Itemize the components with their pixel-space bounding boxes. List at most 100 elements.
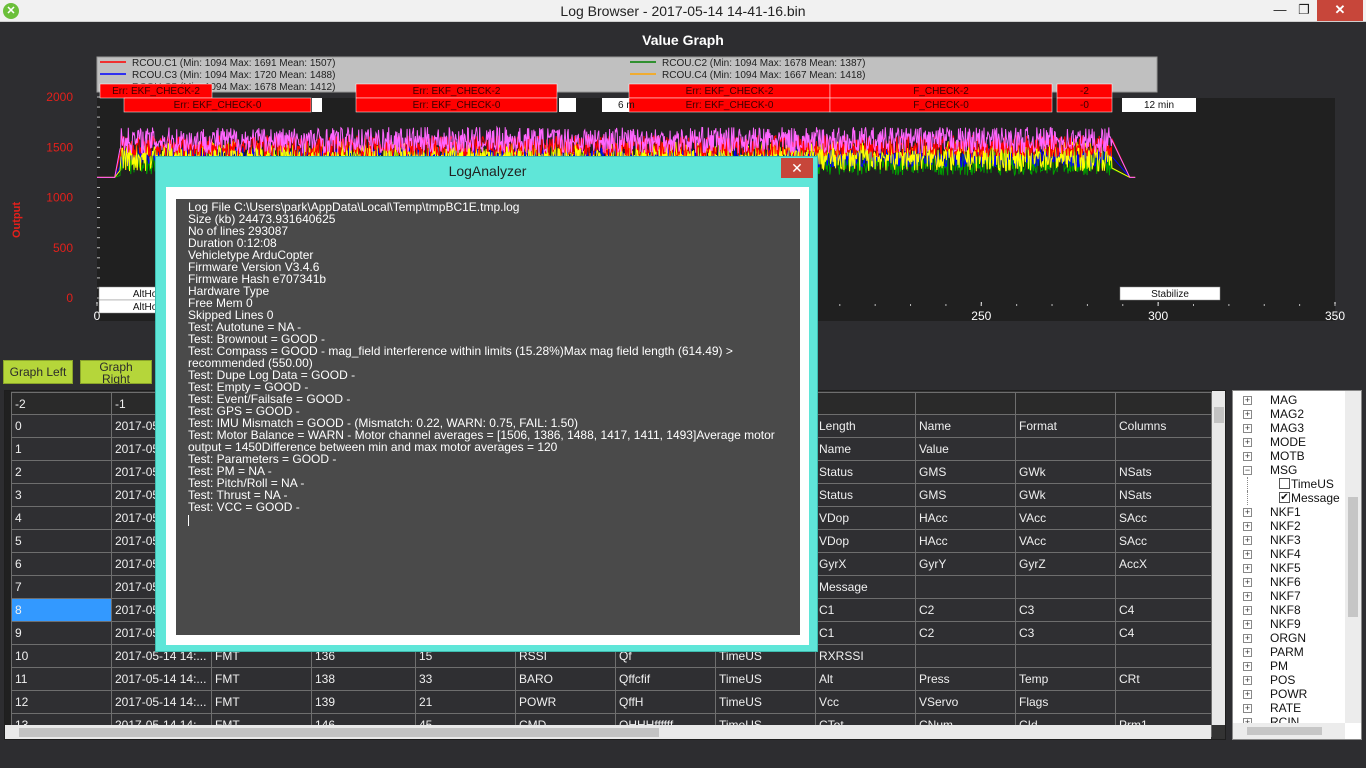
table-cell[interactable] (1015, 644, 1116, 668)
tree-group-item[interactable]: + ORGN (1233, 631, 1345, 645)
tree-group-item[interactable]: + RATE (1233, 701, 1345, 715)
grid-vertical-scrollbar[interactable] (1212, 391, 1225, 725)
table-cell[interactable]: Length (815, 414, 916, 438)
table-cell[interactable]: SAcc (1115, 506, 1212, 530)
table-cell[interactable]: GWk (1015, 460, 1116, 484)
message-type-tree[interactable]: + MAG + MAG2 + MAG3 + MODE + MOTB − MSG TimeUS ✔ Messa… (1232, 390, 1362, 740)
table-cell[interactable]: 12 (11, 690, 112, 714)
table-cell[interactable] (1115, 644, 1212, 668)
table-cell[interactable]: VAcc (1015, 506, 1116, 530)
expand-icon[interactable]: + (1243, 410, 1252, 419)
table-cell[interactable] (1015, 437, 1116, 461)
tree-group-item[interactable]: + PM (1233, 659, 1345, 673)
analysis-output-text[interactable]: Log File C:\Users\park\AppData\Local\Tem… (176, 199, 800, 635)
expand-icon[interactable]: + (1243, 662, 1252, 671)
tree-horizontal-scrollbar[interactable] (1233, 723, 1345, 739)
table-cell[interactable]: C4 (1115, 621, 1212, 645)
table-cell[interactable] (915, 644, 1016, 668)
expand-icon[interactable]: + (1243, 438, 1252, 447)
column-header[interactable] (1015, 392, 1116, 415)
table-cell[interactable]: 6 (11, 552, 112, 576)
table-cell[interactable]: Qffcfif (615, 667, 716, 691)
column-header[interactable]: -2 (11, 392, 112, 415)
table-cell[interactable]: 33 (415, 667, 516, 691)
tree-group-item[interactable]: + NKF9 (1233, 617, 1345, 631)
table-cell[interactable]: NSats (1115, 483, 1212, 507)
tree-group-item[interactable]: + MAG2 (1233, 407, 1345, 421)
table-cell[interactable]: C3 (1015, 598, 1116, 622)
tree-group-item[interactable]: + NKF7 (1233, 589, 1345, 603)
table-cell[interactable]: 1 (11, 437, 112, 461)
expand-icon[interactable]: + (1243, 606, 1252, 615)
table-cell[interactable]: Press (915, 667, 1016, 691)
collapse-icon[interactable]: − (1243, 466, 1252, 475)
tree-vertical-scrollbar[interactable] (1345, 391, 1361, 723)
graph-right-button[interactable]: Graph Right (80, 360, 152, 385)
table-cell[interactable]: Name (815, 437, 916, 461)
table-cell[interactable]: 7 (11, 575, 112, 599)
tree-group-item[interactable]: + POWR (1233, 687, 1345, 701)
close-window-button[interactable]: ✕ (1317, 0, 1363, 21)
tree-horizontal-scroll-thumb[interactable] (1247, 727, 1322, 735)
table-cell[interactable]: NSats (1115, 460, 1212, 484)
expand-icon[interactable]: + (1243, 452, 1252, 461)
table-cell[interactable]: Vcc (815, 690, 916, 714)
dialog-close-button[interactable]: ✕ (781, 158, 813, 178)
table-cell[interactable]: 5 (11, 529, 112, 553)
table-cell[interactable] (1115, 575, 1212, 599)
expand-icon[interactable]: + (1243, 424, 1252, 433)
tree-group-item[interactable]: + NKF1 (1233, 505, 1345, 519)
table-cell[interactable]: 139 (311, 690, 416, 714)
expand-icon[interactable]: + (1243, 676, 1252, 685)
table-row[interactable]: 11 2017-05-14 14:... FMT 138 33 BARO Qffcfif Ti… (11, 667, 1212, 691)
table-cell[interactable]: C2 (915, 598, 1016, 622)
tree-group-item[interactable]: + MODE (1233, 435, 1345, 449)
table-cell[interactable]: 21 (415, 690, 516, 714)
table-cell[interactable]: 2017-05-14 14:... (111, 690, 212, 714)
tree-group-item[interactable]: + PARM (1233, 645, 1345, 659)
expand-icon[interactable]: + (1243, 564, 1252, 573)
expand-icon[interactable]: + (1243, 396, 1252, 405)
column-header[interactable] (1115, 392, 1212, 415)
unchecked-checkbox[interactable] (1279, 478, 1290, 489)
table-cell[interactable]: SAcc (1115, 529, 1212, 553)
table-cell[interactable]: C1 (815, 621, 916, 645)
tree-field-item[interactable]: TimeUS (1233, 477, 1345, 491)
tree-vertical-scroll-thumb[interactable] (1348, 497, 1358, 617)
checked-checkbox[interactable]: ✔ (1279, 492, 1290, 503)
column-header[interactable] (815, 392, 916, 415)
table-cell[interactable]: GMS (915, 483, 1016, 507)
maximize-button[interactable]: ❐ (1290, 0, 1318, 21)
graph-left-button[interactable]: Graph Left (3, 360, 73, 384)
table-cell[interactable]: Alt (815, 667, 916, 691)
table-cell[interactable]: RXRSSI (815, 644, 916, 668)
table-cell[interactable] (1115, 437, 1212, 461)
table-cell[interactable]: 4 (11, 506, 112, 530)
table-cell[interactable]: C1 (815, 598, 916, 622)
tree-group-item[interactable]: + POS (1233, 673, 1345, 687)
table-cell[interactable]: Flags (1015, 690, 1116, 714)
expand-icon[interactable]: + (1243, 550, 1252, 559)
table-cell[interactable]: Message (815, 575, 916, 599)
expand-icon[interactable]: + (1243, 648, 1252, 657)
table-cell[interactable]: Temp (1015, 667, 1116, 691)
tree-group-item[interactable]: − MSG (1233, 463, 1345, 477)
expand-icon[interactable]: + (1243, 704, 1252, 713)
table-cell[interactable]: HAcc (915, 506, 1016, 530)
expand-icon[interactable]: + (1243, 536, 1252, 545)
expand-icon[interactable]: + (1243, 508, 1252, 517)
tree-group-item[interactable]: + NKF4 (1233, 547, 1345, 561)
table-cell[interactable]: BARO (515, 667, 616, 691)
table-cell[interactable]: 2017-05-14 14:... (111, 667, 212, 691)
table-cell[interactable]: VServo (915, 690, 1016, 714)
table-cell[interactable]: Status (815, 460, 916, 484)
table-cell[interactable]: Value (915, 437, 1016, 461)
table-cell[interactable]: 8 (11, 598, 112, 622)
table-cell[interactable]: 9 (11, 621, 112, 645)
expand-icon[interactable]: + (1243, 522, 1252, 531)
tree-group-item[interactable]: + NKF3 (1233, 533, 1345, 547)
tree-group-item[interactable]: + NKF5 (1233, 561, 1345, 575)
table-cell[interactable]: GMS (915, 460, 1016, 484)
expand-icon[interactable]: + (1243, 620, 1252, 629)
tree-group-item[interactable]: + MAG (1233, 393, 1345, 407)
